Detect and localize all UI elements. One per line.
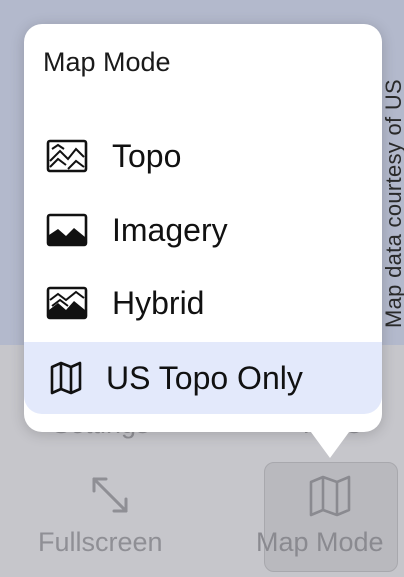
option-label: Imagery	[112, 211, 228, 248]
map-mode-option-hybrid[interactable]: Hybrid	[24, 267, 382, 339]
imagery-icon	[46, 213, 88, 247]
popover-title: Map Mode	[43, 47, 171, 77]
hybrid-map-icon	[46, 286, 88, 320]
map-mode-option-us-topo-only[interactable]: US Topo Only	[24, 342, 382, 414]
fullscreen-icon[interactable]	[88, 473, 132, 517]
map-mode-option-imagery[interactable]: Imagery	[24, 194, 382, 266]
popover-arrow	[308, 428, 352, 458]
map-mode-button-label[interactable]: Map Mode	[256, 527, 384, 558]
folded-map-icon	[50, 361, 82, 395]
fullscreen-button-label[interactable]: Fullscreen	[38, 527, 163, 558]
topo-map-icon	[46, 139, 88, 173]
folded-map-icon	[309, 475, 351, 517]
map-mode-option-topo[interactable]: Topo	[24, 120, 382, 192]
option-label: US Topo Only	[106, 359, 303, 396]
map-attribution: Map data courtesy of US	[381, 0, 404, 345]
attribution-text: Map data courtesy of US	[381, 78, 404, 328]
option-label: Hybrid	[112, 284, 205, 321]
option-label: Topo	[112, 137, 182, 174]
map-mode-popover: Map Mode Topo Imagery Hybrid US Topo Onl…	[24, 24, 382, 432]
